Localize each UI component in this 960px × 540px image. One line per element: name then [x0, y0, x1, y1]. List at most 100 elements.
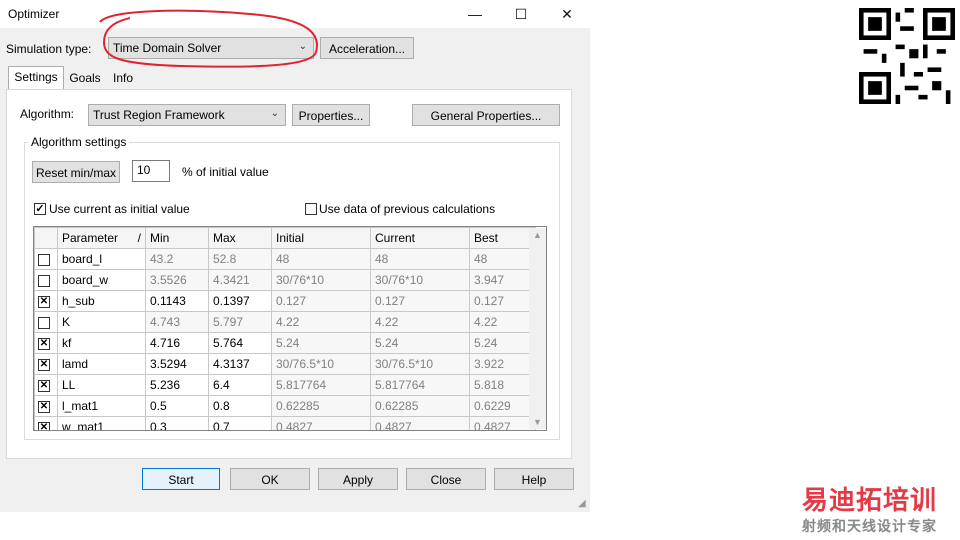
cell-min[interactable]: 3.5294 [145, 353, 209, 375]
cell-min[interactable]: 0.3 [145, 416, 209, 430]
percent-input[interactable]: 10 [132, 160, 170, 182]
row-checkbox[interactable]: ✕ [38, 421, 50, 430]
cell-name[interactable]: w_mat1 [57, 416, 146, 430]
row-checkbox[interactable] [38, 253, 50, 266]
table-row[interactable]: board_l 43.2 52.8 48 48 48 [34, 248, 536, 270]
cell-name[interactable]: board_l [57, 248, 146, 270]
table-row[interactable]: ✕ lamd 3.5294 4.3137 30/76.5*10 30/76.5*10 3.9… [34, 353, 536, 375]
cell-current[interactable]: 0.127 [370, 290, 470, 312]
acceleration-button[interactable]: Acceleration... [320, 37, 414, 59]
maximize-button[interactable]: ☐ [498, 2, 544, 26]
table-row[interactable]: K 4.743 5.797 4.22 4.22 4.22 [34, 311, 536, 333]
row-checkbox[interactable]: ✕ [38, 295, 50, 308]
cell-max[interactable]: 5.797 [208, 311, 272, 333]
cell-name[interactable]: lamd [57, 353, 146, 375]
cell-best[interactable]: 0.4827 [469, 416, 536, 430]
general-properties-button[interactable]: General Properties... [412, 104, 560, 126]
close-button[interactable]: Close [406, 468, 486, 490]
cell-initial[interactable]: 30/76.5*10 [271, 353, 371, 375]
cell-min[interactable]: 0.5 [145, 395, 209, 417]
cell-best[interactable]: 5.24 [469, 332, 536, 354]
cell-best[interactable]: 48 [469, 248, 536, 270]
cell-max[interactable]: 52.8 [208, 248, 272, 270]
cell-current[interactable]: 48 [370, 248, 470, 270]
cell-best[interactable]: 0.6229 [469, 395, 536, 417]
cell-best[interactable]: 3.947 [469, 269, 536, 291]
cell-best[interactable]: 0.127 [469, 290, 536, 312]
resize-grip-icon[interactable]: ◢ [578, 498, 586, 509]
column-header-initial[interactable]: Initial [271, 227, 371, 249]
tab-settings[interactable]: Settings [8, 66, 64, 90]
cell-min[interactable]: 43.2 [145, 248, 209, 270]
cell-name[interactable]: h_sub [57, 290, 146, 312]
table-row[interactable]: ✕ h_sub 0.1143 0.1397 0.127 0.127 0.127 [34, 290, 536, 312]
row-checkbox[interactable]: ✕ [38, 379, 50, 392]
cell-current[interactable]: 5.24 [370, 332, 470, 354]
cell-current[interactable]: 0.4827 [370, 416, 470, 430]
row-checkbox[interactable]: ✕ [38, 400, 50, 413]
tab-info[interactable]: Info [106, 68, 140, 88]
cell-min[interactable]: 5.236 [145, 374, 209, 396]
properties-button[interactable]: Properties... [292, 104, 370, 126]
minimize-button[interactable]: — [452, 2, 498, 26]
ok-button[interactable]: OK [230, 468, 310, 490]
cell-best[interactable]: 3.922 [469, 353, 536, 375]
cell-current[interactable]: 4.22 [370, 311, 470, 333]
use-current-checkbox[interactable]: ✓ [34, 203, 46, 215]
row-checkbox[interactable]: ✕ [38, 358, 50, 371]
column-header-best[interactable]: Best [469, 227, 536, 249]
use-previous-checkbox[interactable] [305, 203, 317, 215]
row-checkbox[interactable] [38, 316, 50, 329]
simulation-type-select[interactable]: Time Domain Solver ⌄ [108, 37, 314, 59]
cell-max[interactable]: 5.764 [208, 332, 272, 354]
cell-min[interactable]: 0.1143 [145, 290, 209, 312]
row-checkbox[interactable] [38, 274, 50, 287]
cell-max[interactable]: 0.1397 [208, 290, 272, 312]
tab-goals[interactable]: Goals [66, 68, 104, 88]
cell-current[interactable]: 0.62285 [370, 395, 470, 417]
column-header-min[interactable]: Min [145, 227, 209, 249]
cell-initial[interactable]: 48 [271, 248, 371, 270]
cell-initial[interactable]: 5.24 [271, 332, 371, 354]
grid-scrollbar[interactable]: ▲ ▼ [529, 228, 546, 429]
column-header-parameter[interactable]: Parameter / [57, 227, 146, 249]
cell-name[interactable]: board_w [57, 269, 146, 291]
algorithm-select[interactable]: Trust Region Framework ⌄ [88, 104, 286, 126]
cell-initial[interactable]: 30/76*10 [271, 269, 371, 291]
cell-current[interactable]: 5.817764 [370, 374, 470, 396]
apply-button[interactable]: Apply [318, 468, 398, 490]
reset-min-max-button[interactable]: Reset min/max [32, 161, 120, 183]
start-button[interactable]: Start [142, 468, 220, 490]
cell-name[interactable]: LL [57, 374, 146, 396]
cell-min[interactable]: 3.5526 [145, 269, 209, 291]
cell-current[interactable]: 30/76*10 [370, 269, 470, 291]
row-checkbox[interactable]: ✕ [38, 337, 50, 350]
table-row[interactable]: ✕ l_mat1 0.5 0.8 0.62285 0.62285 0.6229 [34, 395, 536, 417]
cell-initial[interactable]: 5.817764 [271, 374, 371, 396]
cell-min[interactable]: 4.716 [145, 332, 209, 354]
cell-initial[interactable]: 0.62285 [271, 395, 371, 417]
column-header-max[interactable]: Max [208, 227, 272, 249]
cell-name[interactable]: kf [57, 332, 146, 354]
cell-best[interactable]: 5.818 [469, 374, 536, 396]
table-row[interactable]: ✕ w_mat1 0.3 0.7 0.4827 0.4827 0.4827 [34, 416, 536, 430]
table-row[interactable]: ✕ kf 4.716 5.764 5.24 5.24 5.24 [34, 332, 536, 354]
close-window-button[interactable]: ✕ [544, 2, 590, 26]
column-header-current[interactable]: Current [370, 227, 470, 249]
cell-max[interactable]: 4.3421 [208, 269, 272, 291]
cell-initial[interactable]: 0.4827 [271, 416, 371, 430]
cell-max[interactable]: 0.8 [208, 395, 272, 417]
help-button[interactable]: Help [494, 468, 574, 490]
table-row[interactable]: board_w 3.5526 4.3421 30/76*10 30/76*10 3.947 [34, 269, 536, 291]
cell-max[interactable]: 4.3137 [208, 353, 272, 375]
cell-initial[interactable]: 0.127 [271, 290, 371, 312]
cell-current[interactable]: 30/76.5*10 [370, 353, 470, 375]
cell-best[interactable]: 4.22 [469, 311, 536, 333]
scroll-up-icon[interactable]: ▲ [533, 230, 542, 240]
cell-max[interactable]: 0.7 [208, 416, 272, 430]
table-row[interactable]: ✕ LL 5.236 6.4 5.817764 5.817764 5.818 [34, 374, 536, 396]
scroll-down-icon[interactable]: ▼ [533, 417, 542, 427]
cell-initial[interactable]: 4.22 [271, 311, 371, 333]
cell-name[interactable]: K [57, 311, 146, 333]
cell-min[interactable]: 4.743 [145, 311, 209, 333]
